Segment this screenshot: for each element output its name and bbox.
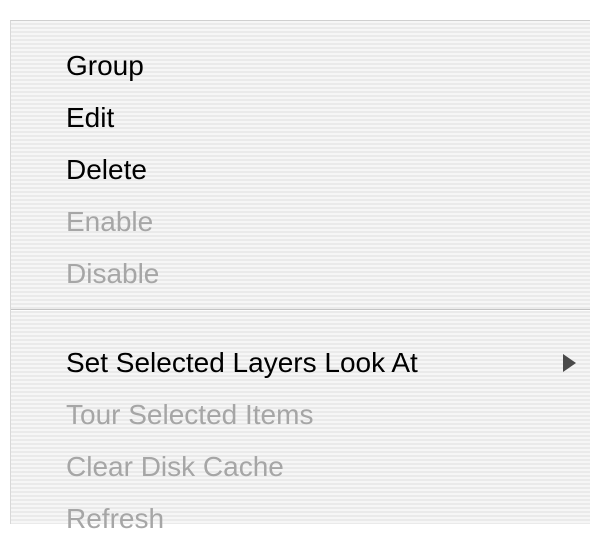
menu-item-label: Edit bbox=[66, 102, 115, 133]
menu-item-label: Refresh bbox=[66, 503, 165, 533]
screen: Group Edit Delete Enable Disable Set Sel… bbox=[0, 0, 604, 533]
menu-separator bbox=[11, 309, 590, 311]
menu-item-tour-selected-items: Tour Selected Items bbox=[11, 389, 590, 441]
menu-item-label: Disable bbox=[66, 258, 160, 289]
context-menu: Group Edit Delete Enable Disable Set Sel… bbox=[10, 20, 590, 533]
menu-item-label: Group bbox=[66, 50, 144, 81]
menu-group-edit: Group Edit Delete Enable Disable bbox=[11, 40, 590, 300]
menu-group-layers: Set Selected Layers Look At Tour Selecte… bbox=[11, 337, 590, 533]
menu-item-delete[interactable]: Delete bbox=[11, 144, 590, 196]
menu-item-label: Enable bbox=[66, 206, 154, 237]
menu-item-refresh: Refresh bbox=[11, 493, 590, 533]
submenu-arrow-icon bbox=[563, 337, 583, 389]
menu-item-set-selected-layers-look-at[interactable]: Set Selected Layers Look At bbox=[11, 337, 590, 389]
menu-item-disable: Disable bbox=[11, 248, 590, 300]
menu-item-group[interactable]: Group bbox=[11, 40, 590, 92]
menu-item-label: Tour Selected Items bbox=[66, 399, 314, 430]
menu-item-label: Delete bbox=[66, 154, 147, 185]
menu-item-enable: Enable bbox=[11, 196, 590, 248]
menu-item-edit[interactable]: Edit bbox=[11, 92, 590, 144]
menu-item-label: Set Selected Layers Look At bbox=[66, 347, 418, 378]
menu-item-clear-disk-cache: Clear Disk Cache bbox=[11, 441, 590, 493]
menu-item-label: Clear Disk Cache bbox=[66, 451, 284, 482]
